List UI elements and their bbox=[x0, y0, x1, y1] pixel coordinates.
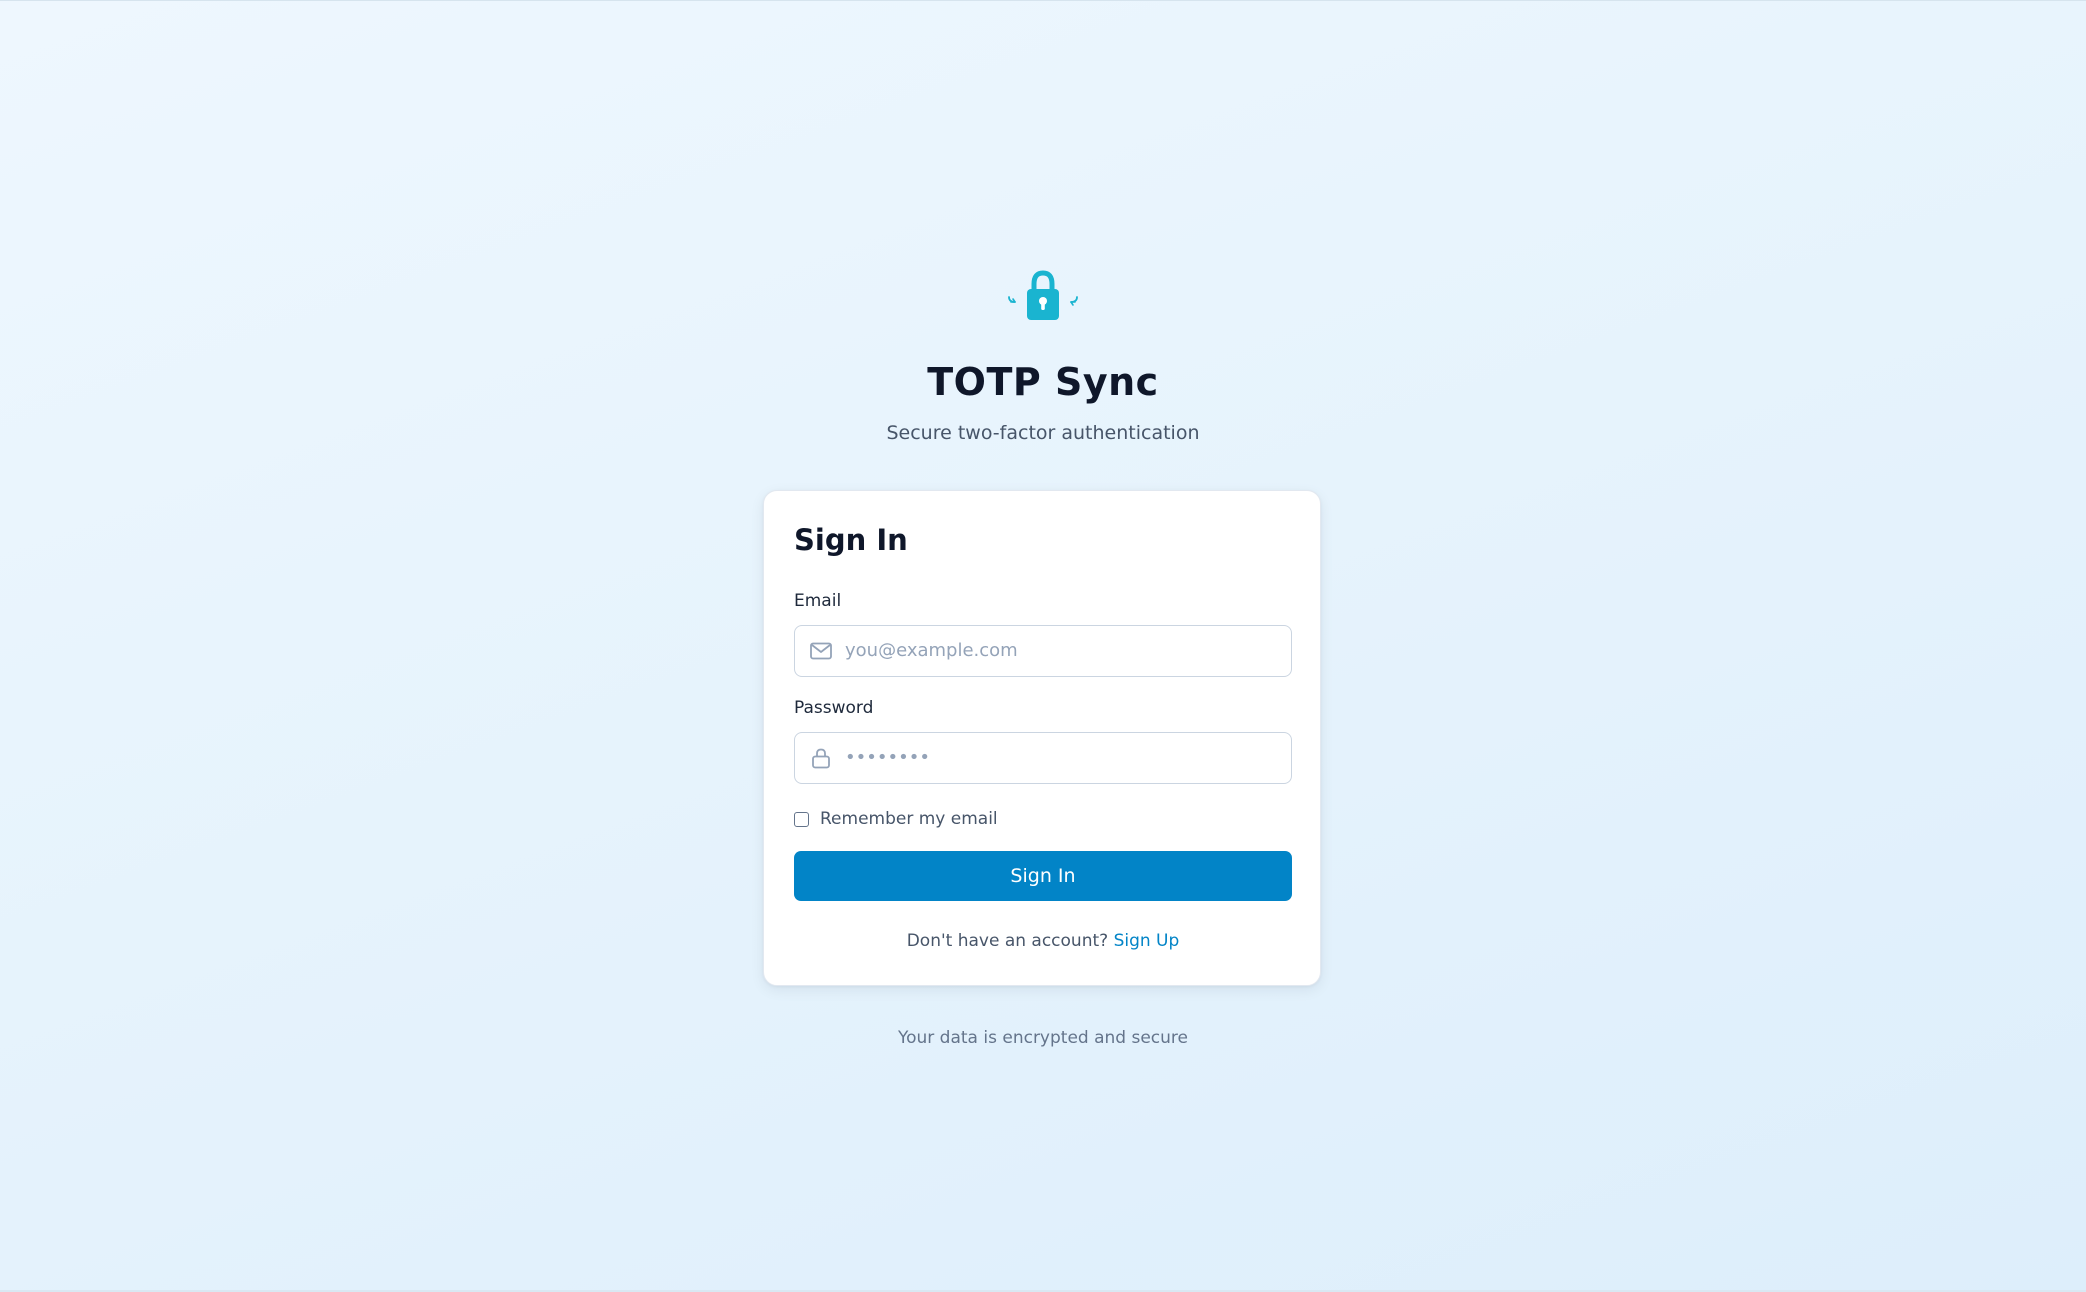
app-title: TOTP Sync bbox=[927, 360, 1159, 404]
signin-card: Sign In Email Password Remember my email… bbox=[763, 490, 1321, 986]
signin-card-title: Sign In bbox=[794, 523, 908, 557]
remember-email-label[interactable]: Remember my email bbox=[820, 809, 998, 829]
top-border bbox=[0, 0, 2086, 1]
lock-sync-icon bbox=[1003, 264, 1083, 324]
email-label: Email bbox=[794, 591, 842, 611]
sign-up-link[interactable]: Sign Up bbox=[1114, 931, 1180, 951]
app-subtitle: Secure two-factor authentication bbox=[886, 422, 1200, 444]
email-field-wrapper[interactable] bbox=[794, 625, 1292, 677]
signup-prompt: Don't have an account? Sign Up bbox=[764, 931, 1322, 951]
email-input[interactable] bbox=[845, 626, 1275, 675]
mail-icon bbox=[809, 639, 833, 663]
signup-prompt-text: Don't have an account? bbox=[906, 931, 1109, 951]
password-field-wrapper[interactable] bbox=[794, 732, 1292, 784]
password-label: Password bbox=[794, 698, 874, 718]
remember-email-checkbox[interactable] bbox=[794, 811, 809, 827]
security-note: Your data is encrypted and secure bbox=[897, 1028, 1188, 1048]
password-input[interactable] bbox=[845, 733, 1275, 782]
sign-in-button[interactable]: Sign In bbox=[794, 851, 1292, 901]
remember-email-option[interactable]: Remember my email bbox=[794, 807, 998, 831]
lock-icon bbox=[809, 746, 833, 770]
